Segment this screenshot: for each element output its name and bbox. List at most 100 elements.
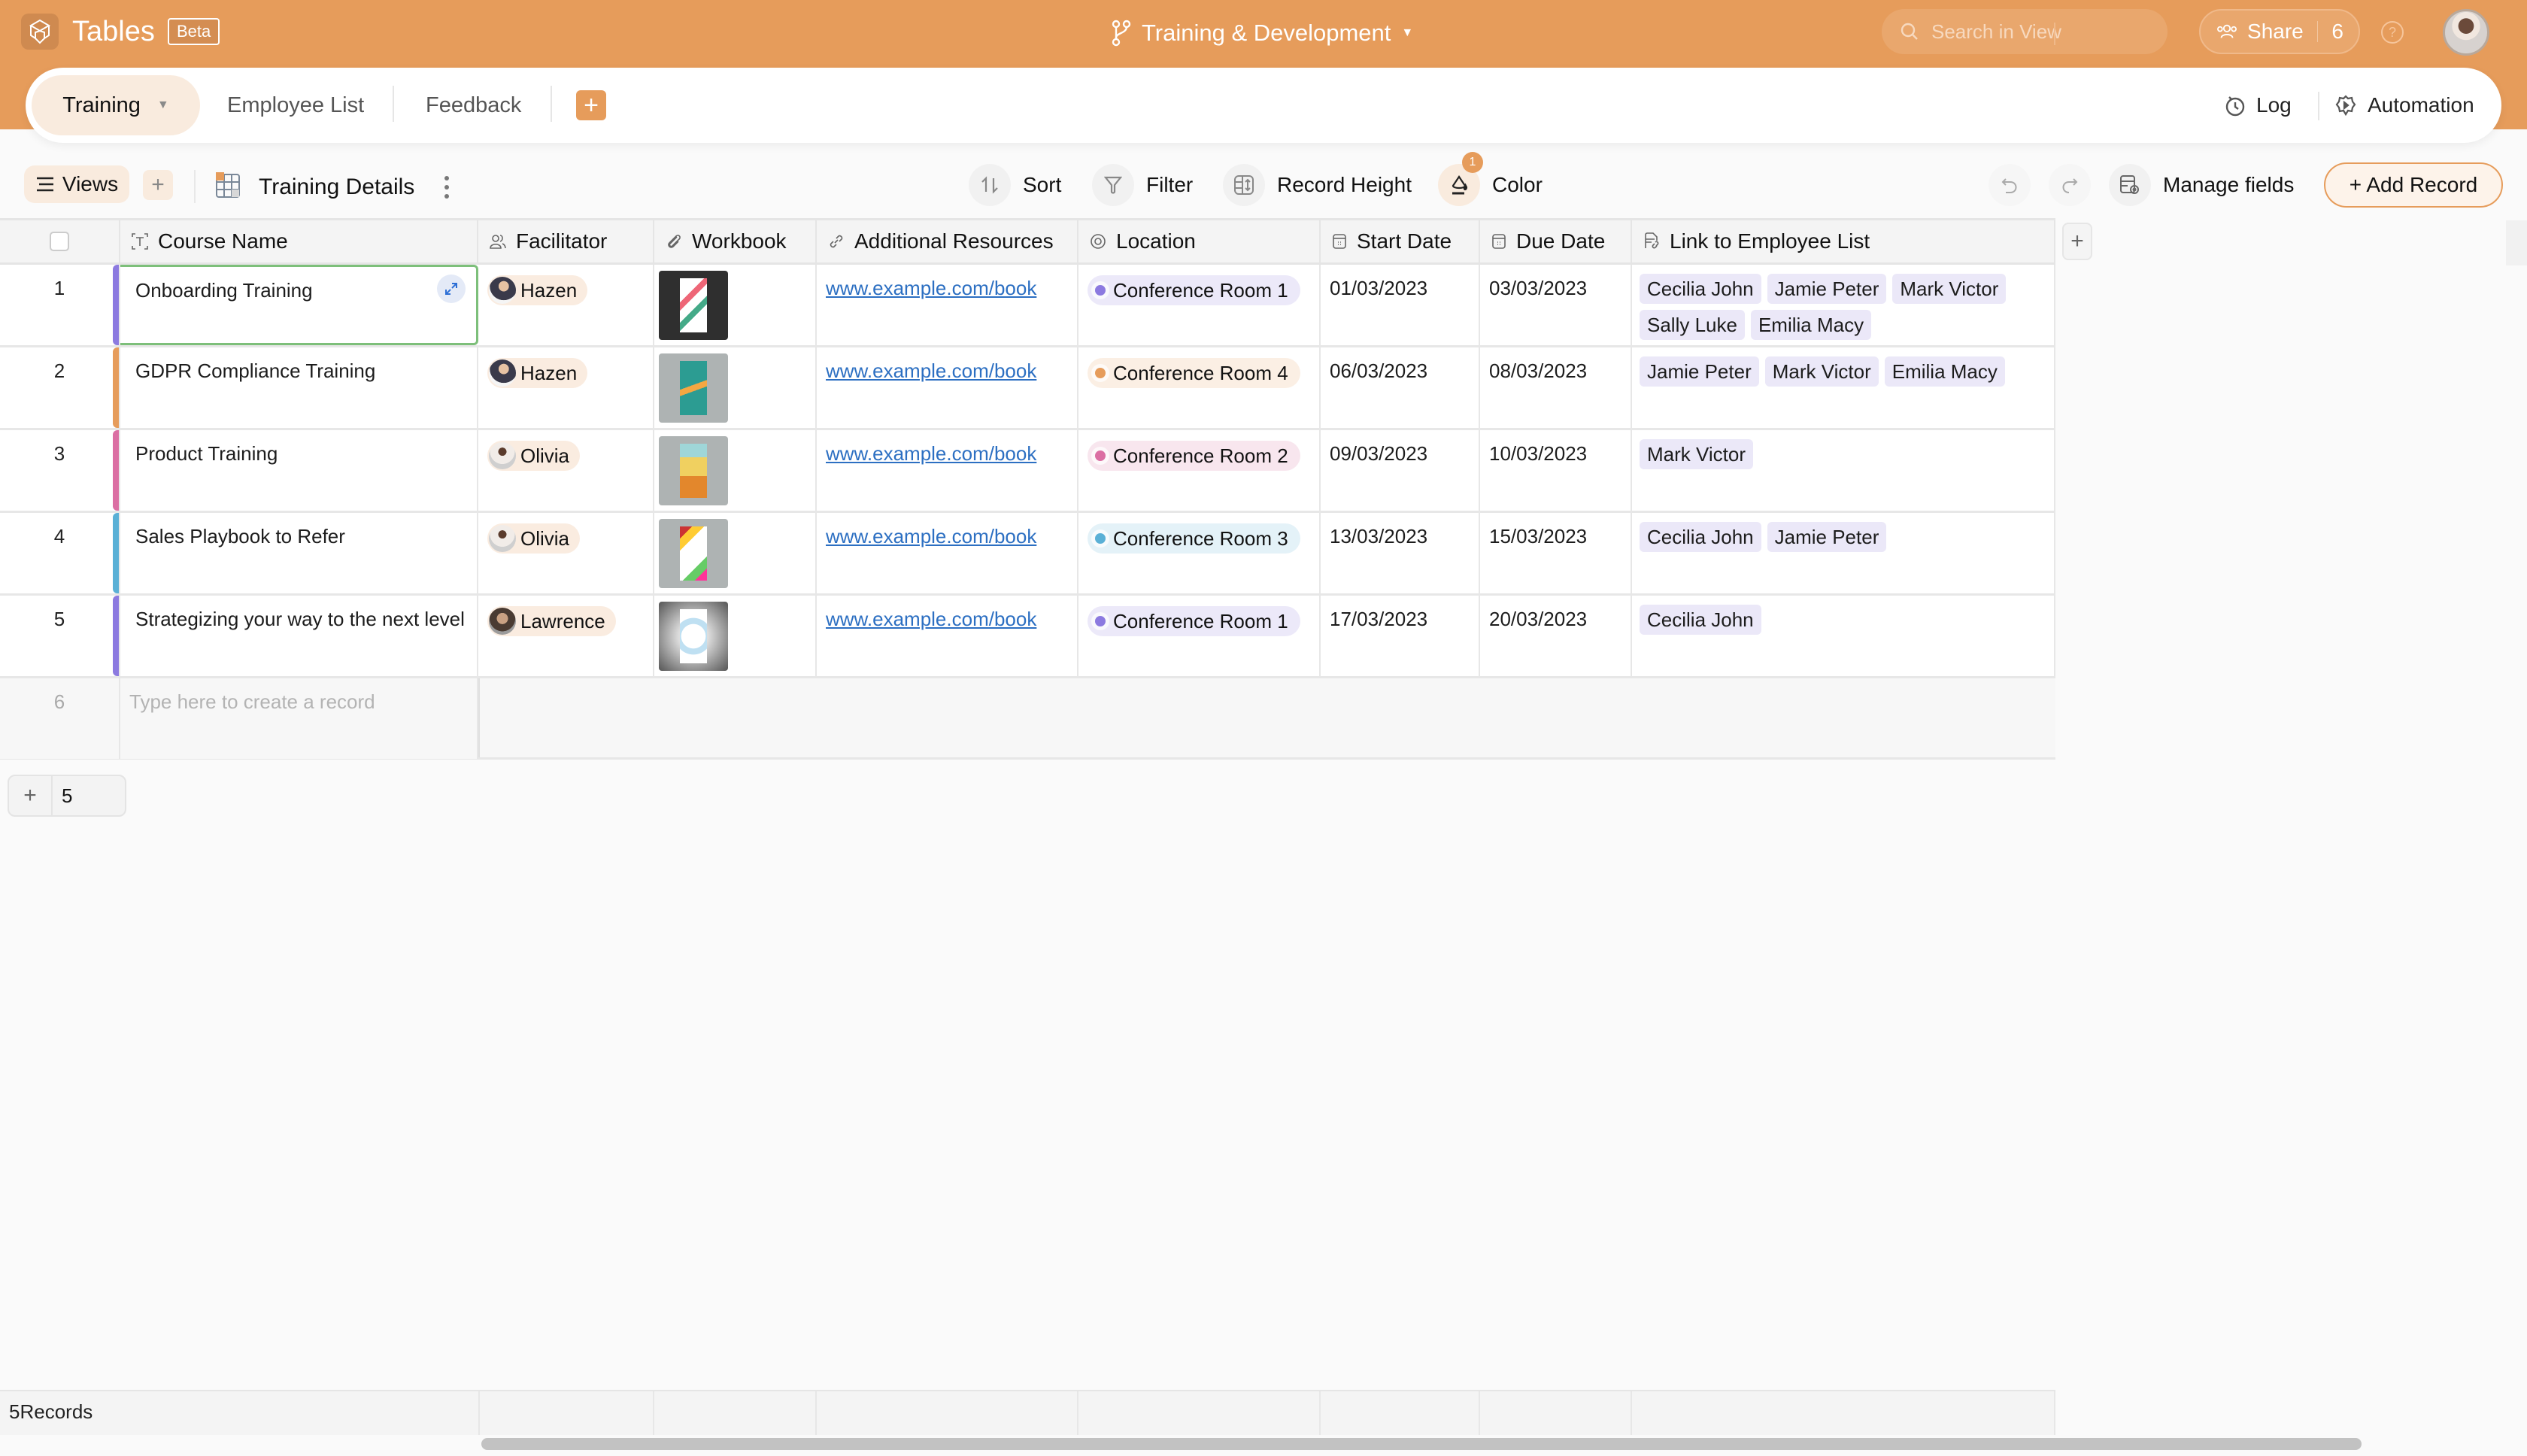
cell-start-date[interactable]: 13/03/2023 (1321, 513, 1480, 593)
row-number[interactable]: 4 (0, 513, 120, 593)
workbook-thumbnail[interactable] (659, 436, 728, 505)
resource-link[interactable]: www.example.com/book (826, 277, 1036, 299)
summary-cell[interactable] (1480, 1391, 1632, 1435)
linked-record-tag[interactable]: Jamie Peter (1767, 522, 1887, 552)
cell-workbook[interactable] (654, 347, 817, 428)
linked-record-tag[interactable]: Cecilia John (1640, 605, 1761, 635)
summary-cell[interactable] (1321, 1391, 1480, 1435)
workbook-thumbnail[interactable] (659, 602, 728, 671)
location-option-tag[interactable]: Conference Room 2 (1088, 441, 1300, 471)
base-switcher[interactable]: Training & Development ▼ (1112, 17, 1413, 50)
column-header-workbook[interactable]: Workbook (654, 218, 817, 265)
record-height-button[interactable]: Record Height (1223, 164, 1412, 206)
cell-course-name[interactable]: Strategizing your way to the next level (120, 596, 478, 676)
resource-link[interactable]: www.example.com/book (826, 359, 1036, 382)
cell-workbook[interactable] (654, 513, 817, 593)
select-all-checkbox[interactable] (50, 232, 69, 251)
location-option-tag[interactable]: Conference Room 4 (1088, 358, 1300, 388)
linked-record-tag[interactable]: Sally Luke (1640, 310, 1745, 340)
person-tag[interactable]: Olivia (487, 523, 581, 554)
person-tag[interactable]: Lawrence (487, 606, 616, 636)
location-option-tag[interactable]: Conference Room 3 (1088, 523, 1300, 554)
table-row[interactable]: 3 Product Training Olivia www.example.com/b… (0, 430, 2055, 513)
linked-record-tag[interactable]: Mark Victor (1640, 439, 1753, 469)
row-number[interactable]: 2 (0, 347, 120, 428)
cell-start-date[interactable]: 01/03/2023 (1321, 265, 1480, 345)
column-header-location[interactable]: Location (1078, 218, 1321, 265)
new-record-row[interactable]: 6 Type here to create a record (0, 678, 2055, 760)
filter-button[interactable]: Filter (1092, 164, 1193, 206)
linked-record-tag[interactable]: Cecilia John (1640, 274, 1761, 304)
cell-due-date[interactable]: 10/03/2023 (1480, 430, 1632, 511)
summary-cell[interactable] (478, 1391, 654, 1435)
view-name[interactable]: Training Details (259, 170, 414, 205)
color-button[interactable]: 1 Color (1438, 152, 1543, 206)
resource-link[interactable]: www.example.com/book (826, 442, 1036, 465)
redo-button[interactable] (2049, 164, 2091, 206)
column-header-due-date[interactable]: Due Date (1480, 218, 1632, 265)
automation-button[interactable]: Automation (2334, 86, 2474, 125)
row-number[interactable]: 3 (0, 430, 120, 511)
cell-course-name[interactable]: Product Training (120, 430, 478, 511)
cell-facilitator[interactable]: Olivia (478, 430, 654, 511)
add-rows-button[interactable]: + (9, 776, 53, 815)
linked-record-tag[interactable]: Jamie Peter (1640, 356, 1759, 387)
cell-start-date[interactable]: 09/03/2023 (1321, 430, 1480, 511)
manage-fields-button[interactable]: Manage fields (2109, 164, 2294, 206)
person-tag[interactable]: Olivia (487, 441, 581, 471)
expand-record-icon[interactable] (437, 275, 466, 303)
add-record-button[interactable]: + Add Record (2324, 162, 2503, 208)
undo-button[interactable] (1989, 164, 2031, 206)
tab-training[interactable]: Training ▼ (32, 75, 200, 135)
cell-due-date[interactable]: 15/03/2023 (1480, 513, 1632, 593)
cell-workbook[interactable] (654, 265, 817, 345)
cell-course-name[interactable]: GDPR Compliance Training (120, 347, 478, 428)
sort-button[interactable]: Sort (969, 164, 1061, 206)
column-header-link-to-employee-list[interactable]: Link to Employee List (1632, 218, 2055, 265)
cell-location[interactable]: Conference Room 2 (1078, 430, 1321, 511)
vertical-scrollbar[interactable] (2506, 220, 2527, 265)
search-in-view[interactable] (1882, 9, 2168, 54)
cell-facilitator[interactable]: Hazen (478, 265, 654, 345)
summary-cell[interactable] (654, 1391, 817, 1435)
search-input[interactable] (1931, 20, 2149, 44)
more-options-icon[interactable] (441, 170, 453, 205)
add-table-button[interactable]: + (576, 90, 606, 120)
column-header-additional-resources[interactable]: Additional Resources (817, 218, 1078, 265)
tab-feedback[interactable]: Feedback (426, 75, 521, 135)
workbook-thumbnail[interactable] (659, 353, 728, 423)
summary-cell[interactable] (1632, 1391, 2055, 1435)
column-header-facilitator[interactable]: Facilitator (478, 218, 654, 265)
location-option-tag[interactable]: Conference Room 1 (1088, 275, 1300, 305)
share-button[interactable]: Share 6 (2199, 9, 2360, 54)
help-icon[interactable]: ? (2381, 21, 2404, 44)
row-number[interactable]: 5 (0, 596, 120, 676)
column-header-course-name[interactable]: Course Name (120, 218, 478, 265)
person-tag[interactable]: Hazen (487, 275, 588, 305)
column-header-start-date[interactable]: Start Date (1321, 218, 1480, 265)
cell-start-date[interactable]: 17/03/2023 (1321, 596, 1480, 676)
cell-location[interactable]: Conference Room 4 (1078, 347, 1321, 428)
cell-link-to-employee-list[interactable]: Cecilia John Jamie Peter Mark Victor Sally … (1632, 265, 2055, 345)
horizontal-scrollbar[interactable] (481, 1438, 2362, 1450)
linked-record-tag[interactable]: Emilia Macy (1750, 310, 1872, 340)
cell-link-to-employee-list[interactable]: Jamie Peter Mark Victor Emilia Macy (1632, 347, 2055, 428)
table-row[interactable]: 5 Strategizing your way to the next level… (0, 596, 2055, 678)
cell-course-name[interactable]: Sales Playbook to Refer (120, 513, 478, 593)
linked-record-tag[interactable]: Mark Victor (1764, 356, 1879, 387)
new-record-input[interactable]: Type here to create a record (120, 678, 478, 759)
user-avatar[interactable] (2443, 9, 2489, 56)
linked-record-tag[interactable]: Cecilia John (1640, 522, 1761, 552)
cell-link-to-employee-list[interactable]: Cecilia John Jamie Peter (1632, 513, 2055, 593)
person-tag[interactable]: Hazen (487, 358, 588, 388)
cell-link-to-employee-list[interactable]: Cecilia John (1632, 596, 2055, 676)
add-rows-count[interactable]: 5 (53, 784, 72, 808)
tab-employee-list[interactable]: Employee List (227, 75, 364, 135)
cell-facilitator[interactable]: Olivia (478, 513, 654, 593)
location-option-tag[interactable]: Conference Room 1 (1088, 606, 1300, 636)
table-row[interactable]: 4 Sales Playbook to Refer Olivia www.exampl… (0, 513, 2055, 596)
log-button[interactable]: Log (2225, 86, 2292, 125)
cell-due-date[interactable]: 03/03/2023 (1480, 265, 1632, 345)
cell-start-date[interactable]: 06/03/2023 (1321, 347, 1480, 428)
summary-cell[interactable] (817, 1391, 1078, 1435)
